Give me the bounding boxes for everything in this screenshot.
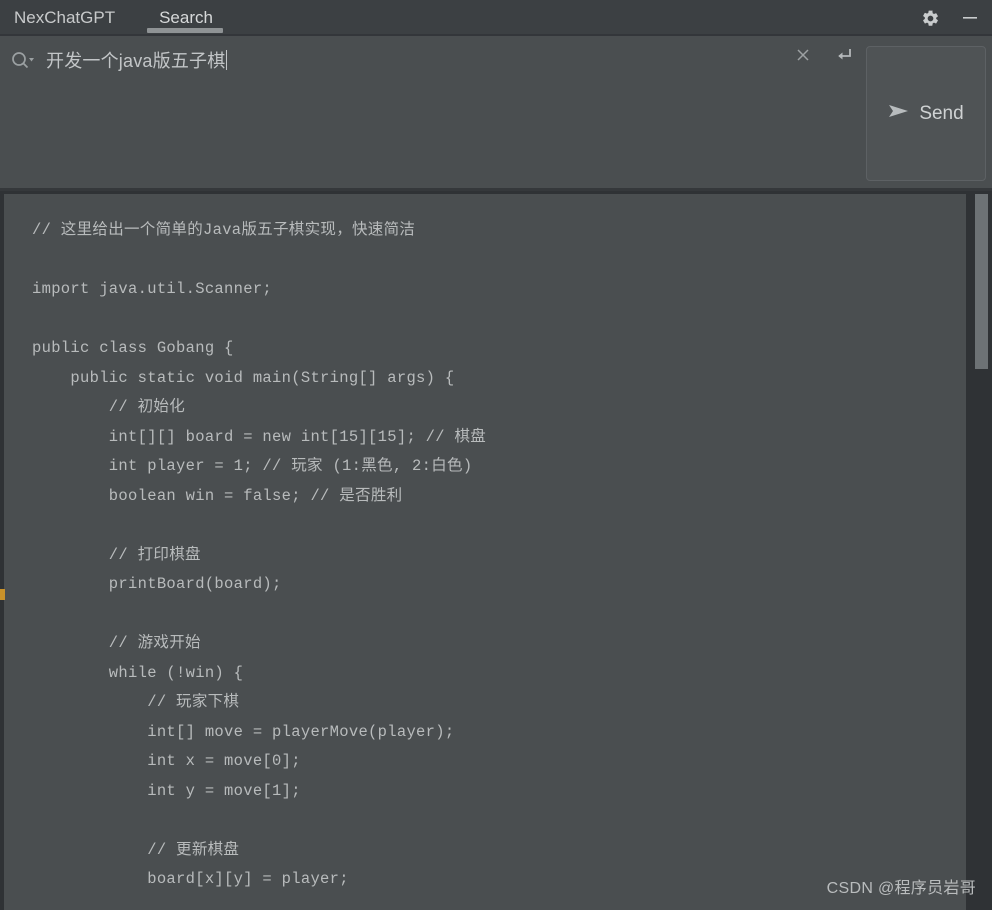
search-row: 开发一个java版五子棋 <box>0 36 866 76</box>
code-line: while (!win) { <box>32 663 244 682</box>
text-caret <box>226 50 228 70</box>
tab-search[interactable]: Search <box>147 0 229 36</box>
code-output-panel[interactable]: // 这里给出一个简单的Java版五子棋实现，快速简洁 import java.… <box>4 194 966 910</box>
gear-icon <box>921 9 940 28</box>
code-line: // 这里给出一个简单的Java版五子棋实现，快速简洁 <box>32 221 416 239</box>
send-button[interactable]: Send <box>866 46 986 181</box>
tab-strip: NexChatGPT Search <box>0 0 229 36</box>
code-line: // 更新棋盘 <box>32 840 240 859</box>
code-line: public static void main(String[] args) { <box>32 368 455 387</box>
code-line: // 初始化 <box>32 398 186 416</box>
code-line: printBoard(board); <box>32 575 282 593</box>
tab-label: NexChatGPT <box>14 8 116 27</box>
code-line: boolean win = false; // 是否胜利 <box>32 486 403 505</box>
code-line: int[] move = playerMove(player); <box>32 722 455 741</box>
code-line: import java.util.Scanner; <box>32 280 273 298</box>
tab-label: Search <box>159 8 213 27</box>
send-button-label: Send <box>919 102 964 124</box>
settings-button[interactable] <box>918 6 942 30</box>
enter-return-icon <box>833 46 853 69</box>
compose-area: 开发一个java版五子棋 Send <box>0 36 992 191</box>
tab-active-indicator <box>147 28 223 33</box>
watermark: CSDN @程序员岩哥 <box>826 880 976 897</box>
code-line: // 玩家下棋 <box>32 693 240 711</box>
code-line: // 打印棋盘 <box>32 545 201 564</box>
search-dropdown-icon[interactable] <box>10 50 36 70</box>
code-line: int player = 1; // 玩家 (1:黑色, 2:白色) <box>32 457 473 475</box>
code-line: // 游戏开始 <box>32 634 201 652</box>
code-block: // 这里给出一个简单的Java版五子棋实现，快速简洁 import java.… <box>32 216 966 895</box>
tab-nexchatgpt[interactable]: NexChatGPT <box>14 0 131 36</box>
scrollbar-thumb[interactable] <box>975 194 988 369</box>
send-plane-icon <box>888 103 910 124</box>
clear-search-button[interactable] <box>792 46 814 68</box>
code-line: public class Gobang { <box>32 339 234 357</box>
window-controls <box>918 0 982 36</box>
minimize-icon <box>961 9 979 27</box>
search-field-wrap[interactable]: 开发一个java版五子棋 <box>0 36 866 191</box>
title-bar: NexChatGPT Search <box>0 0 992 36</box>
minimize-button[interactable] <box>958 6 982 30</box>
search-actions <box>792 46 854 68</box>
search-input[interactable]: 开发一个java版五子棋 <box>46 47 225 73</box>
vertical-scrollbar[interactable] <box>975 194 988 910</box>
code-line: int x = move[0]; <box>32 752 301 770</box>
response-area: // 这里给出一个简单的Java版五子棋实现，快速简洁 import java.… <box>0 191 992 910</box>
submit-enter-button[interactable] <box>832 46 854 68</box>
code-line: int y = move[1]; <box>32 781 301 800</box>
code-line: int[][] board = new int[15][15]; // 棋盘 <box>32 427 487 446</box>
close-icon <box>795 47 811 68</box>
gutter-marker <box>0 589 5 600</box>
